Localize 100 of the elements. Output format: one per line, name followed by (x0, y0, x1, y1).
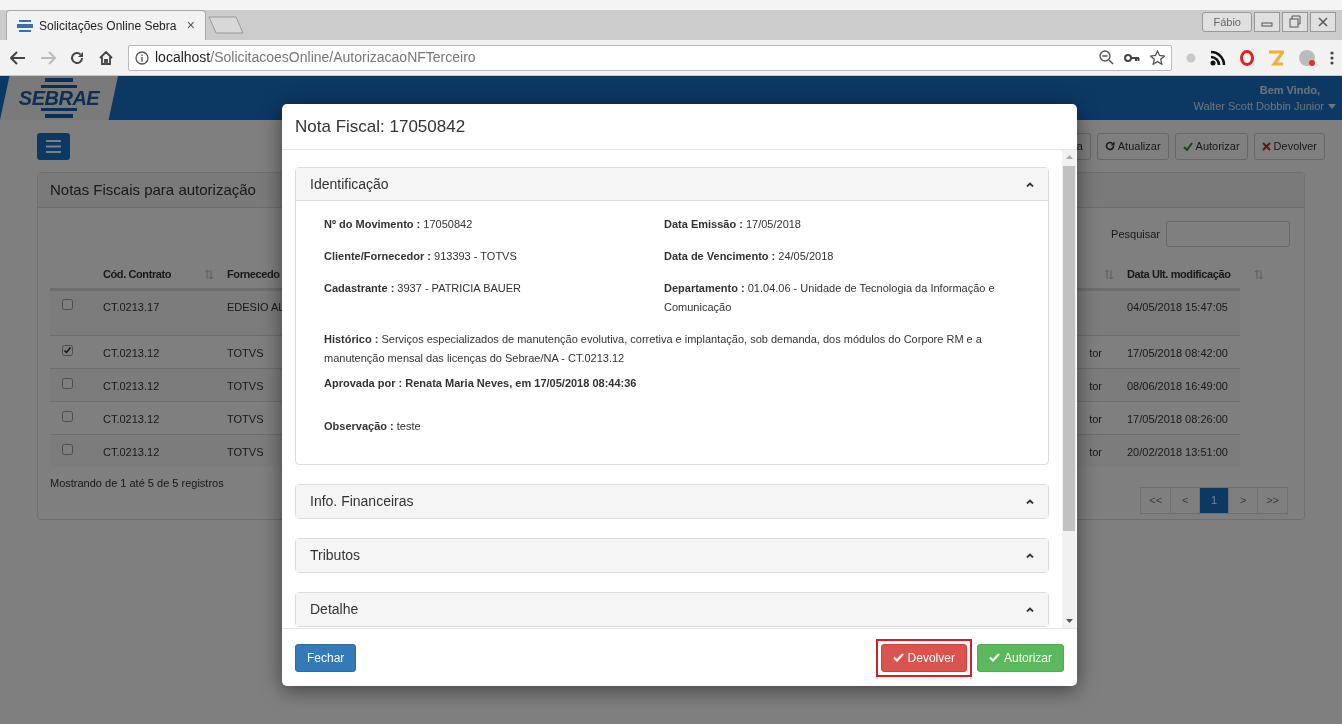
table-cell-text: tor (1089, 445, 1102, 460)
table-cell-text: 17/05/2018 08:26:00 (1127, 412, 1228, 427)
chevron-up-icon (1026, 553, 1034, 558)
logo-bars-icon (41, 78, 77, 88)
check-icon (892, 653, 904, 662)
profile-button[interactable]: Fábio (1202, 12, 1252, 32)
extension-dot-icon[interactable] (1186, 52, 1196, 63)
restore-button[interactable] (1282, 12, 1308, 32)
modal-button[interactable]: Autorizar (976, 643, 1064, 672)
modal-button[interactable]: Fechar (295, 643, 357, 672)
close-button[interactable] (1310, 12, 1336, 32)
table-cell-text: CT.0213.12 (103, 346, 160, 361)
checkbox[interactable] (62, 444, 73, 455)
table-cell-text: tor (1089, 346, 1102, 361)
sort-icon (205, 269, 213, 279)
table-cell-text: 04/05/2018 15:47:05 (1127, 300, 1228, 315)
hamburger-menu-button[interactable] (37, 132, 70, 160)
toolbar-button[interactable]: Devolver (1253, 132, 1325, 160)
address-bar[interactable]: localhost/SolicitacoesOnline/AutorizacaoNFTerceiro (128, 44, 1172, 71)
scroll-up-icon (1065, 155, 1073, 159)
rss-icon[interactable] (1210, 49, 1226, 66)
reload-icon[interactable] (70, 50, 84, 65)
logo-text: SEBRAE (18, 88, 100, 108)
checkbox[interactable] (62, 378, 73, 389)
table-cell-text: CT.0213.12 (103, 445, 160, 460)
modal-button[interactable]: Devolver (880, 643, 967, 672)
extension-icon[interactable] (1268, 49, 1284, 66)
home-icon[interactable] (98, 50, 114, 65)
menu-icon[interactable] (1330, 50, 1334, 65)
table-cell-text: TOTVS (227, 346, 264, 361)
refresh-icon (1104, 141, 1115, 151)
page-button[interactable]: >> (1257, 487, 1288, 514)
caret-icon (1328, 103, 1336, 109)
table-cell-text: TOTVS (227, 379, 264, 394)
site-favicon-icon (17, 18, 33, 33)
key-icon[interactable] (1124, 52, 1140, 63)
table-info-text: Mostrando de 1 até 5 de 5 registros (50, 476, 224, 491)
section-title: Info. Financeiras (310, 492, 414, 511)
field-text: Nº do Movimento : 17050842 (324, 217, 474, 232)
table-cell-text: CT.0213.17 (103, 300, 160, 315)
page-button[interactable]: 1 (1199, 487, 1230, 514)
url-host: localhost (155, 48, 211, 67)
forward-icon[interactable] (40, 50, 56, 65)
tab-close-button[interactable]: × (186, 15, 195, 36)
field-text: Aprovada por : Renata Maria Neves, em 17/05/2018 08:44:36 (324, 376, 638, 391)
section-header[interactable]: Tributos (296, 539, 1048, 572)
table-cell-text: CT.0213.12 (103, 379, 160, 394)
check-icon (988, 653, 1000, 662)
section-header[interactable]: Info. Financeiras (296, 485, 1048, 518)
field-text: Histórico : Serviços especializados de manutenção evolutiva, corretiva e implantação, sob demanda, dos módulos do Corpore RM e a manutenção mensal das licenças do Sebrae/NA - CT.0213.12 (324, 332, 983, 366)
checkbox[interactable] (62, 299, 73, 310)
section-header[interactable]: Detalhe (296, 593, 1048, 626)
field-text: Observação : teste (324, 419, 422, 434)
avatar-icon[interactable] (1298, 48, 1316, 67)
check-icon (1182, 141, 1193, 151)
section-title: Tributos (310, 546, 361, 565)
user-menu[interactable]: Walter Scott Dobbin Junior (1193, 98, 1324, 115)
info-icon (135, 50, 149, 65)
field-text: Data de Vencimento : 24/05/2018 (664, 249, 835, 264)
section-title: Identificação (310, 174, 389, 194)
column-header[interactable]: Cód. Contrato (103, 265, 172, 283)
panel-title: Notas Fiscais para autorização (50, 179, 256, 200)
column-header[interactable]: Data Ult. modificação (1127, 265, 1231, 283)
table-cell-text: TOTVS (227, 412, 264, 427)
zoom-out-icon[interactable] (1099, 50, 1114, 65)
logo-bars-icon (41, 108, 77, 118)
checkbox[interactable] (62, 411, 73, 422)
section-title: Detalhe (310, 600, 359, 619)
chevron-up-icon (1026, 499, 1034, 504)
cross-icon (1261, 141, 1271, 151)
greeting-text: Bem Vindo, (1259, 82, 1321, 98)
search-field[interactable] (1166, 221, 1290, 247)
scrollbar[interactable] (1062, 150, 1076, 628)
column-header[interactable]: Fornecedo (227, 265, 280, 283)
sort-icon (1255, 269, 1263, 279)
toolbar-button[interactable]: Atualizar (1096, 132, 1169, 160)
tab-title: Solicitações Online Sebra (39, 17, 177, 35)
table-cell-text: tor (1089, 412, 1102, 427)
browser-tab[interactable]: Solicitações Online Sebra × (6, 10, 206, 40)
field-text: Cadastrante : 3937 - PATRICIA BAUER (324, 281, 523, 296)
table-cell-text: 17/05/2018 08:42:00 (1127, 346, 1228, 361)
new-tab-button[interactable] (208, 16, 244, 34)
page-button[interactable]: < (1170, 487, 1201, 514)
toolbar-button[interactable]: Autorizar (1174, 132, 1248, 160)
scrollbar-thumb[interactable] (1063, 166, 1075, 531)
table-cell-text: 08/06/2018 16:49:00 (1127, 379, 1228, 394)
page-button[interactable]: > (1228, 487, 1259, 514)
sort-icon (1105, 269, 1113, 279)
modal-title: Nota Fiscal: 17050842 (295, 115, 466, 138)
field-text: Cliente/Fornecedor : 913393 - TOTVS (324, 249, 518, 264)
star-icon[interactable] (1150, 50, 1165, 65)
section-header[interactable]: Identificação (296, 168, 1048, 201)
scroll-down-icon (1065, 619, 1073, 623)
table-cell-text: CT.0213.12 (103, 412, 160, 427)
minimize-button[interactable] (1254, 12, 1280, 32)
page-button[interactable]: << (1140, 487, 1172, 514)
chevron-up-icon (1026, 181, 1034, 187)
table-cell-text: TOTVS (227, 445, 264, 460)
back-icon[interactable] (10, 50, 26, 65)
checkbox[interactable] (62, 345, 73, 356)
